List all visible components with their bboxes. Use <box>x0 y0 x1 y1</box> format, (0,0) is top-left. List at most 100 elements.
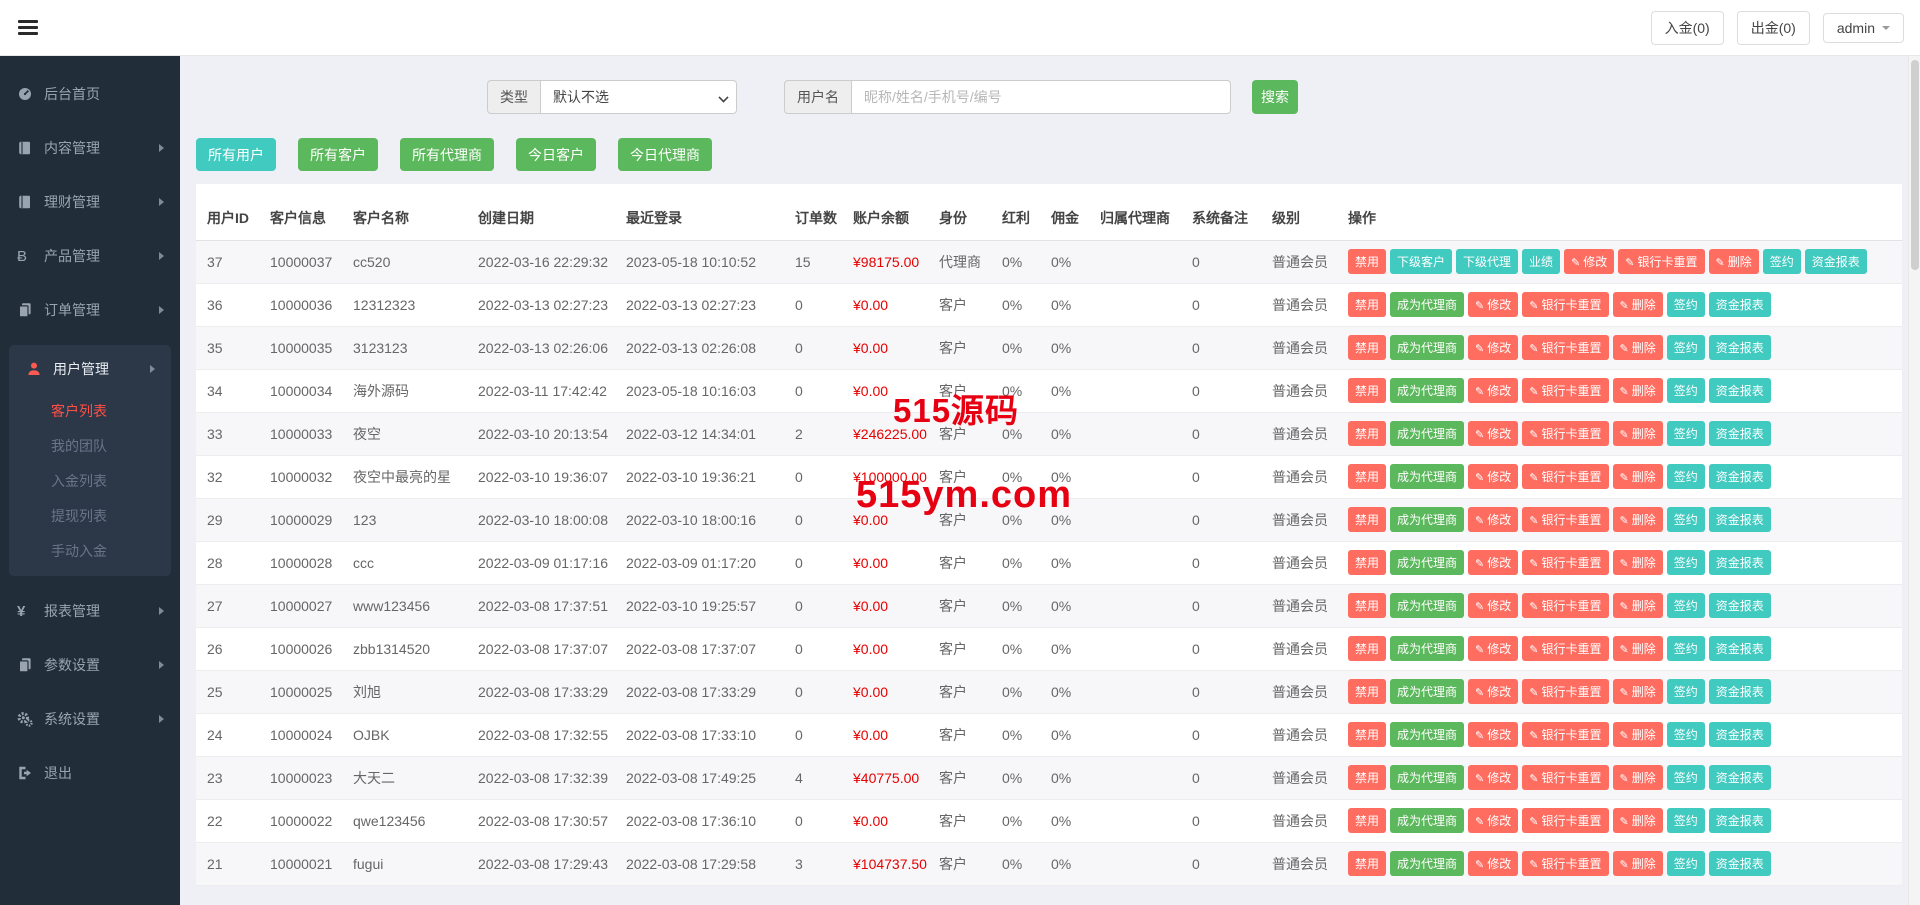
edit-button[interactable]: ✎修改 <box>1468 421 1518 446</box>
make-agent-button[interactable]: 成为代理商 <box>1390 378 1464 403</box>
tab-today-customers[interactable]: 今日客户 <box>516 138 596 171</box>
sign-button[interactable]: 签约 <box>1667 851 1705 876</box>
edit-button[interactable]: ✎修改 <box>1468 507 1518 532</box>
edit-button[interactable]: ✎修改 <box>1468 636 1518 661</box>
funds-report-button[interactable]: 资金报表 <box>1709 335 1771 360</box>
delete-button[interactable]: ✎删除 <box>1613 421 1663 446</box>
funds-report-button[interactable]: 资金报表 <box>1709 851 1771 876</box>
username-input[interactable] <box>851 80 1231 114</box>
edit-button[interactable]: ✎修改 <box>1468 722 1518 747</box>
disable-button[interactable]: 禁用 <box>1348 378 1386 403</box>
scrollbar-track[interactable] <box>1908 56 1920 905</box>
bankcard-reset-button[interactable]: ✎银行卡重置 <box>1522 808 1608 833</box>
bankcard-reset-button[interactable]: ✎银行卡重置 <box>1522 464 1608 489</box>
disable-button[interactable]: 禁用 <box>1348 464 1386 489</box>
sidebar-item-finance[interactable]: 理财管理 <box>0 175 180 229</box>
sub-agents-button[interactable]: 下级代理 <box>1456 249 1518 274</box>
delete-button[interactable]: ✎删除 <box>1709 249 1759 274</box>
funds-report-button[interactable]: 资金报表 <box>1709 464 1771 489</box>
edit-button[interactable]: ✎修改 <box>1468 335 1518 360</box>
sub-customers-button[interactable]: 下级客户 <box>1390 249 1452 274</box>
delete-button[interactable]: ✎删除 <box>1613 378 1663 403</box>
deposit-button[interactable]: 入金(0) <box>1651 11 1724 45</box>
tab-all-users[interactable]: 所有用户 <box>196 138 276 171</box>
sign-button[interactable]: 签约 <box>1667 765 1705 790</box>
make-agent-button[interactable]: 成为代理商 <box>1390 636 1464 661</box>
delete-button[interactable]: ✎删除 <box>1613 507 1663 532</box>
edit-button[interactable]: ✎修改 <box>1468 808 1518 833</box>
disable-button[interactable]: 禁用 <box>1348 636 1386 661</box>
edit-button[interactable]: ✎修改 <box>1468 851 1518 876</box>
disable-button[interactable]: 禁用 <box>1348 679 1386 704</box>
withdraw-button[interactable]: 出金(0) <box>1737 11 1810 45</box>
make-agent-button[interactable]: 成为代理商 <box>1390 464 1464 489</box>
delete-button[interactable]: ✎删除 <box>1613 679 1663 704</box>
sidebar-item-content[interactable]: 内容管理 <box>0 121 180 175</box>
make-agent-button[interactable]: 成为代理商 <box>1390 765 1464 790</box>
sign-button[interactable]: 签约 <box>1667 679 1705 704</box>
bankcard-reset-button[interactable]: ✎银行卡重置 <box>1618 249 1704 274</box>
edit-button[interactable]: ✎修改 <box>1468 593 1518 618</box>
disable-button[interactable]: 禁用 <box>1348 808 1386 833</box>
delete-button[interactable]: ✎删除 <box>1613 808 1663 833</box>
disable-button[interactable]: 禁用 <box>1348 507 1386 532</box>
funds-report-button[interactable]: 资金报表 <box>1709 292 1771 317</box>
sign-button[interactable]: 签约 <box>1667 593 1705 618</box>
bankcard-reset-button[interactable]: ✎银行卡重置 <box>1522 851 1608 876</box>
disable-button[interactable]: 禁用 <box>1348 851 1386 876</box>
menu-toggle-icon[interactable] <box>18 20 38 35</box>
funds-report-button[interactable]: 资金报表 <box>1709 550 1771 575</box>
edit-button[interactable]: ✎修改 <box>1468 464 1518 489</box>
bankcard-reset-button[interactable]: ✎银行卡重置 <box>1522 421 1608 446</box>
tab-all-agents[interactable]: 所有代理商 <box>400 138 494 171</box>
delete-button[interactable]: ✎删除 <box>1613 464 1663 489</box>
funds-report-button[interactable]: 资金报表 <box>1709 765 1771 790</box>
make-agent-button[interactable]: 成为代理商 <box>1390 335 1464 360</box>
sign-button[interactable]: 签约 <box>1667 378 1705 403</box>
sidebar-item-logout[interactable]: 退出 <box>0 746 180 800</box>
edit-button[interactable]: ✎修改 <box>1468 292 1518 317</box>
sign-button[interactable]: 签约 <box>1667 636 1705 661</box>
bankcard-reset-button[interactable]: ✎银行卡重置 <box>1522 292 1608 317</box>
funds-report-button[interactable]: 资金报表 <box>1709 636 1771 661</box>
funds-report-button[interactable]: 资金报表 <box>1709 722 1771 747</box>
make-agent-button[interactable]: 成为代理商 <box>1390 292 1464 317</box>
make-agent-button[interactable]: 成为代理商 <box>1390 851 1464 876</box>
sign-button[interactable]: 签约 <box>1667 292 1705 317</box>
bankcard-reset-button[interactable]: ✎银行卡重置 <box>1522 593 1608 618</box>
funds-report-button[interactable]: 资金报表 <box>1709 378 1771 403</box>
delete-button[interactable]: ✎删除 <box>1613 335 1663 360</box>
sidebar-subitem-my-team[interactable]: 我的团队 <box>9 428 171 463</box>
sidebar-item-home[interactable]: 后台首页 <box>0 67 180 121</box>
bankcard-reset-button[interactable]: ✎银行卡重置 <box>1522 722 1608 747</box>
sidebar-subitem-deposit-list[interactable]: 入金列表 <box>9 463 171 498</box>
sidebar-subitem-withdraw-list[interactable]: 提现列表 <box>9 498 171 533</box>
delete-button[interactable]: ✎删除 <box>1613 636 1663 661</box>
sidebar-subitem-customer-list[interactable]: 客户列表 <box>9 393 171 428</box>
disable-button[interactable]: 禁用 <box>1348 765 1386 790</box>
make-agent-button[interactable]: 成为代理商 <box>1390 722 1464 747</box>
sign-button[interactable]: 签约 <box>1667 507 1705 532</box>
sign-button[interactable]: 签约 <box>1667 722 1705 747</box>
sign-button[interactable]: 签约 <box>1667 421 1705 446</box>
delete-button[interactable]: ✎删除 <box>1613 593 1663 618</box>
sidebar-item-system[interactable]: 系统设置 <box>0 692 180 746</box>
bankcard-reset-button[interactable]: ✎银行卡重置 <box>1522 679 1608 704</box>
edit-button[interactable]: ✎修改 <box>1468 765 1518 790</box>
bankcard-reset-button[interactable]: ✎银行卡重置 <box>1522 765 1608 790</box>
disable-button[interactable]: 禁用 <box>1348 550 1386 575</box>
delete-button[interactable]: ✎删除 <box>1613 765 1663 790</box>
sign-button[interactable]: 签约 <box>1763 249 1801 274</box>
funds-report-button[interactable]: 资金报表 <box>1709 507 1771 532</box>
sidebar-subitem-manual-deposit[interactable]: 手动入金 <box>9 533 171 568</box>
funds-report-button[interactable]: 资金报表 <box>1805 249 1867 274</box>
sign-button[interactable]: 签约 <box>1667 335 1705 360</box>
sign-button[interactable]: 签约 <box>1667 464 1705 489</box>
sidebar-item-params[interactable]: 参数设置 <box>0 638 180 692</box>
bankcard-reset-button[interactable]: ✎银行卡重置 <box>1522 507 1608 532</box>
disable-button[interactable]: 禁用 <box>1348 292 1386 317</box>
bankcard-reset-button[interactable]: ✎银行卡重置 <box>1522 550 1608 575</box>
sign-button[interactable]: 签约 <box>1667 550 1705 575</box>
edit-button[interactable]: ✎修改 <box>1468 679 1518 704</box>
bankcard-reset-button[interactable]: ✎银行卡重置 <box>1522 335 1608 360</box>
